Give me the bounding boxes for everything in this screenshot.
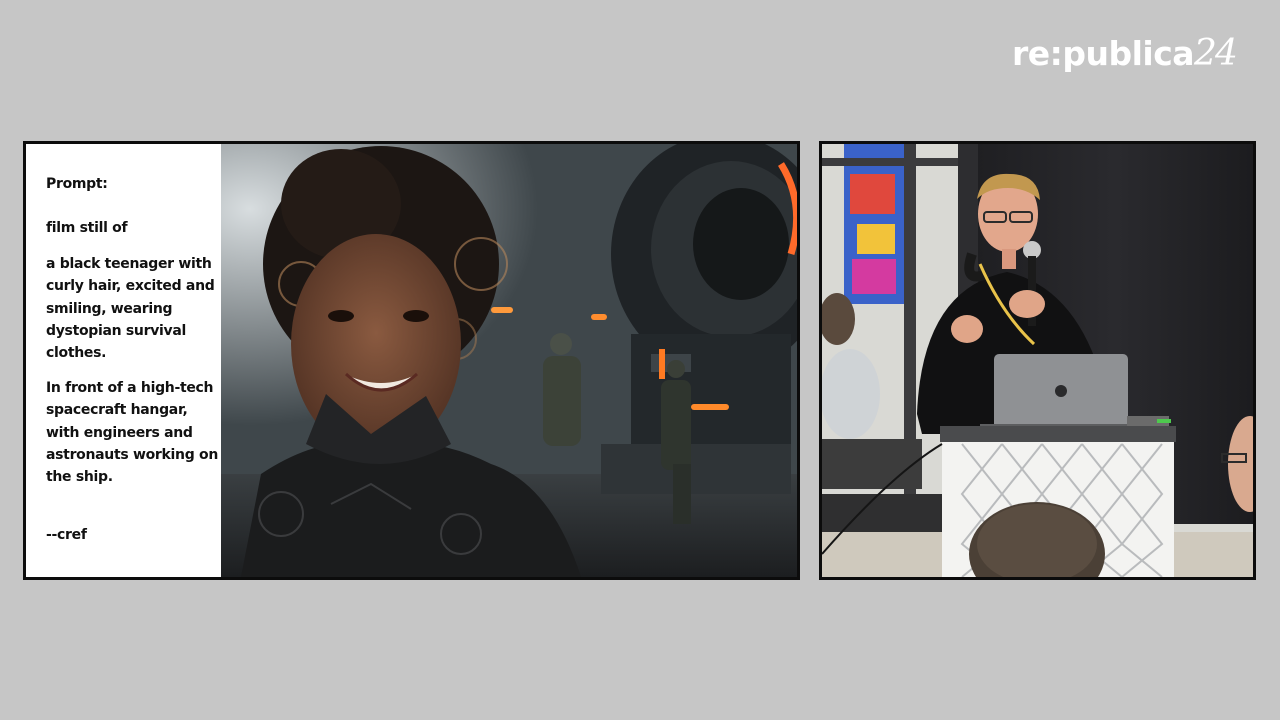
republica-logo: re:publica24 bbox=[1012, 33, 1238, 74]
logo-year: 24 bbox=[1194, 33, 1238, 74]
prompt-line-setting: In front of a high-tech spacecraft hanga… bbox=[46, 380, 218, 486]
logo-brand: re:publica bbox=[1012, 34, 1195, 73]
generated-image bbox=[221, 144, 797, 577]
apple-logo-icon bbox=[1055, 385, 1067, 397]
prompt-panel: Prompt: film still of a black teenager w… bbox=[26, 144, 221, 577]
prompt-line-cref: --cref bbox=[46, 527, 87, 543]
prompt-line-film-still: film still of bbox=[46, 220, 128, 236]
audience-person-left bbox=[822, 349, 880, 439]
speaker-scene-illustration bbox=[822, 144, 1253, 577]
presentation-slide: Prompt: film still of a black teenager w… bbox=[23, 141, 800, 580]
speaker-video-feed bbox=[819, 141, 1256, 580]
prompt-line-subject: a black teenager with curly hair, excite… bbox=[46, 256, 215, 362]
laptop bbox=[980, 354, 1140, 430]
prompt-heading: Prompt: bbox=[46, 176, 108, 192]
generated-image-illustration bbox=[221, 144, 797, 577]
colorful-artwork bbox=[844, 144, 904, 304]
